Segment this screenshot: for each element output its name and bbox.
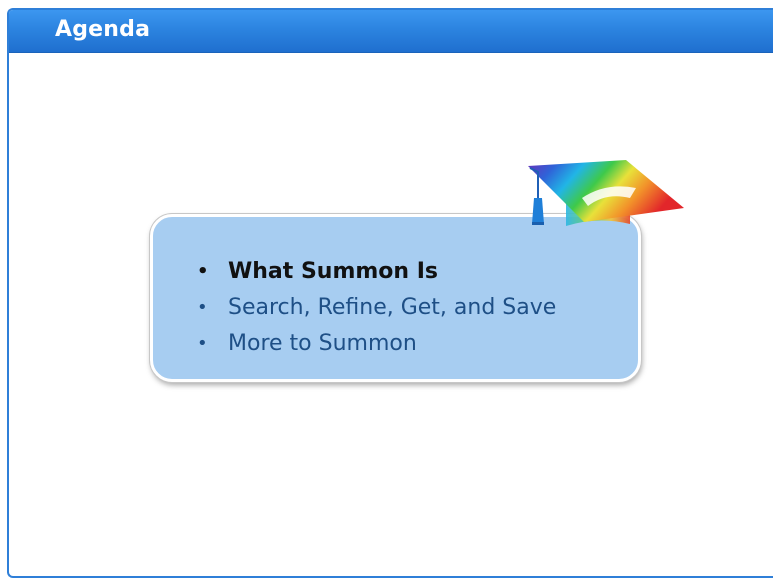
agenda-item-label: What Summon Is: [228, 259, 439, 284]
bullet-icon: •: [197, 261, 209, 282]
agenda-item-search-refine-get-save[interactable]: • Search, Refine, Get, and Save: [193, 290, 556, 326]
graduation-cap-icon: [528, 160, 684, 226]
agenda-callout: • What Summon Is • Search, Refine, Get, …: [150, 214, 641, 382]
agenda-item-what-summon-is[interactable]: • What Summon Is: [193, 254, 556, 290]
agenda-item-label: Search, Refine, Get, and Save: [228, 295, 557, 320]
title-bar: Agenda: [9, 10, 773, 53]
bullet-icon: •: [197, 297, 208, 318]
agenda-item-more-to-summon[interactable]: • More to Summon: [193, 326, 556, 362]
agenda-list: • What Summon Is • Search, Refine, Get, …: [193, 254, 556, 362]
page-title: Agenda: [55, 17, 151, 42]
bullet-icon: •: [197, 333, 208, 354]
agenda-item-label: More to Summon: [228, 331, 417, 356]
